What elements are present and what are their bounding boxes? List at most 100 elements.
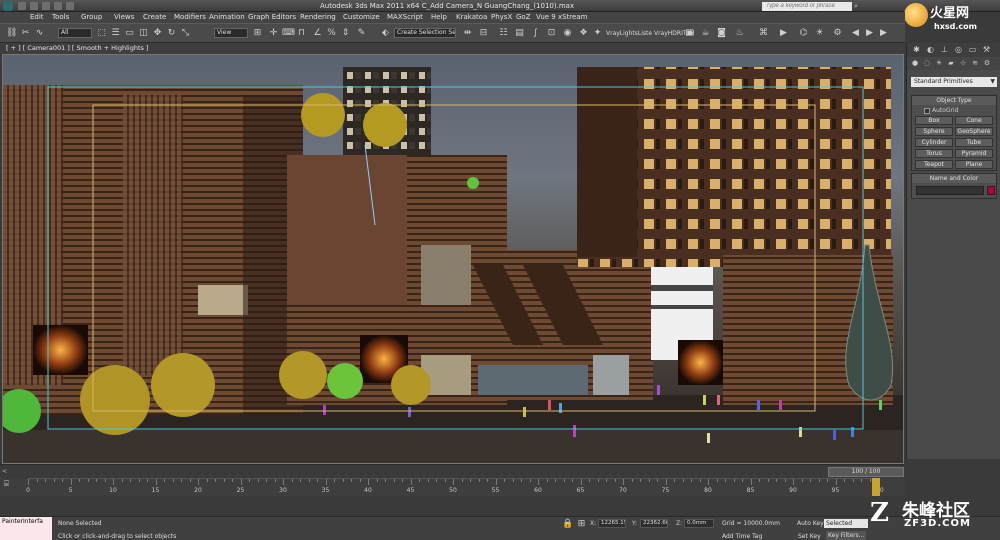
menu-maxscript[interactable]: MAXScript [387,13,423,21]
absolute-mode-icon[interactable]: ⊞ [576,519,587,530]
menu-create[interactable]: Create [143,13,166,21]
material-editor-icon[interactable]: ◉ [562,28,573,39]
time-slider-left-arrow[interactable]: < [2,468,7,475]
frame-ruler[interactable]: 0510152025303540455055606570758085909510… [26,478,884,496]
curve-editor-icon[interactable]: ∫ [530,28,541,39]
menu-customize[interactable]: Customize [343,13,380,21]
autogrid-checkbox[interactable] [924,108,930,114]
menu-tools[interactable]: Tools [52,13,69,21]
undo-icon[interactable] [54,2,62,10]
camera-viewport[interactable] [2,54,904,464]
reference-coordinate-dropdown[interactable]: View [214,28,248,38]
selection-filter-dropdown[interactable]: All [58,28,92,38]
space-warps-icon[interactable]: ≋ [970,59,980,68]
select-by-name-icon[interactable]: ☰ [110,28,121,39]
helpers-icon[interactable]: ⊹ [958,59,968,68]
unlink-icon[interactable]: ✂ [20,28,31,39]
time-slider-knob[interactable]: 100 / 100 [828,467,904,477]
bind-spacewarp-icon[interactable]: ∿ [34,28,45,39]
menu-vue-xstream[interactable]: Vue 9 xStream [536,13,587,21]
display-tab-icon[interactable]: ▭ [967,45,978,55]
object-color-swatch[interactable] [987,186,995,195]
named-selection-set-dropdown[interactable]: Create Selection Se [394,28,456,38]
render-production-icon[interactable]: ☕ [700,28,711,39]
next-frame-icon[interactable]: ▶ [878,28,889,39]
ram-player-icon[interactable]: ▶ [778,28,789,39]
help-search-input[interactable] [762,2,852,11]
align-icon[interactable]: ⊟ [478,28,489,39]
redo-icon[interactable] [66,2,74,10]
cylinder-button[interactable]: Cylinder [915,138,953,147]
mirror-icon[interactable]: ⇹ [462,28,473,39]
modify-tab-icon[interactable]: ◐ [925,45,936,55]
geometry-icon[interactable]: ● [910,59,920,68]
render-iterative-icon[interactable]: ◙ [716,28,727,39]
batch-render-icon[interactable]: ⚙ [832,28,843,39]
add-time-tag[interactable]: Add Time Tag [722,533,762,540]
current-frame-marker[interactable] [872,478,880,496]
sphere-button[interactable]: Sphere [915,127,953,136]
play-icon[interactable]: ▶ [864,28,875,39]
key-set-dropdown[interactable]: Selected [824,519,868,528]
shapes-icon[interactable]: ◌ [922,59,932,68]
percent-snap-icon[interactable]: % [326,28,337,39]
tube-button[interactable]: Tube [955,138,993,147]
menu-group[interactable]: Group [81,13,102,21]
utilities-tab-icon[interactable]: ⚒ [981,45,992,55]
teapot-button[interactable]: Teapot [915,160,953,169]
set-key-button[interactable]: Set Key [798,533,821,540]
pyramid-button[interactable]: Pyramid [955,149,993,158]
menu-goz[interactable]: GoZ [516,13,531,21]
angle-snap-icon[interactable]: ∠ [312,28,323,39]
select-rotate-icon[interactable]: ↻ [166,28,177,39]
z-coord-field[interactable]: 0.0mm [684,519,714,528]
select-move-icon[interactable]: ✥ [152,28,163,39]
named-selection-icon[interactable]: ⬖ [380,28,391,39]
binoculars-icon[interactable]: ⌕ [854,2,863,11]
plane-button[interactable]: Plane [955,160,993,169]
menu-animation[interactable]: Animation [209,13,245,21]
select-manipulate-icon[interactable]: ✛ [268,28,279,39]
menu-edit[interactable]: Edit [30,13,44,21]
mini-curve-editor-icon[interactable]: ⌸ [4,479,16,489]
teapot-render-icon[interactable]: ♨ [734,28,745,39]
cone-button[interactable]: Cone [955,116,993,125]
snaps-toggle-icon[interactable]: ⊓ [296,28,307,39]
time-slider[interactable]: < 100 / 100 [0,464,905,478]
lock-selection-icon[interactable]: 🔒 [562,519,573,530]
menu-graph-editors[interactable]: Graph Editors [248,13,296,21]
box-button[interactable]: Box [915,116,953,125]
track-bar[interactable]: ⌸ 0 5 10 15 20 25 30 35 40 45 50 55 60 65 70 75 80 85 90 95… [0,478,905,496]
object-name-input[interactable] [916,186,984,195]
schematic-view-icon[interactable]: ⊡ [546,28,557,39]
maxscript-listener-icon[interactable]: ⌘ [758,28,769,39]
graphite-ribbon-icon[interactable]: ▤ [514,28,525,39]
edit-named-selection-icon[interactable]: ✎ [356,28,367,39]
app-logo-icon[interactable] [3,1,13,11]
rect-selection-icon[interactable]: ▭ [124,28,135,39]
menu-views[interactable]: Views [114,13,134,21]
y-coord-field[interactable]: 22362.66 [640,519,668,528]
select-object-icon[interactable]: ⬚ [96,28,107,39]
layer-manager-icon[interactable]: ☷ [498,28,509,39]
key-filters-button[interactable]: Key Filters... [826,531,866,540]
select-scale-icon[interactable]: ⤡ [180,28,191,39]
name-and-color-title[interactable]: Name and Color [912,174,996,183]
lights-icon[interactable]: ☀ [934,59,944,68]
create-tab-icon[interactable]: ✱ [911,45,922,55]
auto-key-button[interactable]: Auto Key [797,520,824,527]
geosphere-button[interactable]: GeoSphere [955,127,993,136]
lights-lister-icon[interactable]: ☀ [814,28,825,39]
object-type-title[interactable]: Object Type [912,96,996,105]
spinner-snap-icon[interactable]: ⇕ [340,28,351,39]
new-file-icon[interactable] [18,2,26,10]
select-link-icon[interactable]: ⛓ [6,28,17,39]
x-coord-field[interactable]: 12265.156 [598,519,626,528]
menu-physx[interactable]: PhysX [491,13,512,21]
cameras-icon[interactable]: ▰ [946,59,956,68]
save-file-icon[interactable] [42,2,50,10]
pivot-center-icon[interactable]: ⊞ [252,28,263,39]
systems-icon[interactable]: ⚙ [982,59,992,68]
hierarchy-tab-icon[interactable]: ⊥ [939,45,950,55]
maxscript-mini-listener[interactable]: PainterInterfa [0,517,52,540]
